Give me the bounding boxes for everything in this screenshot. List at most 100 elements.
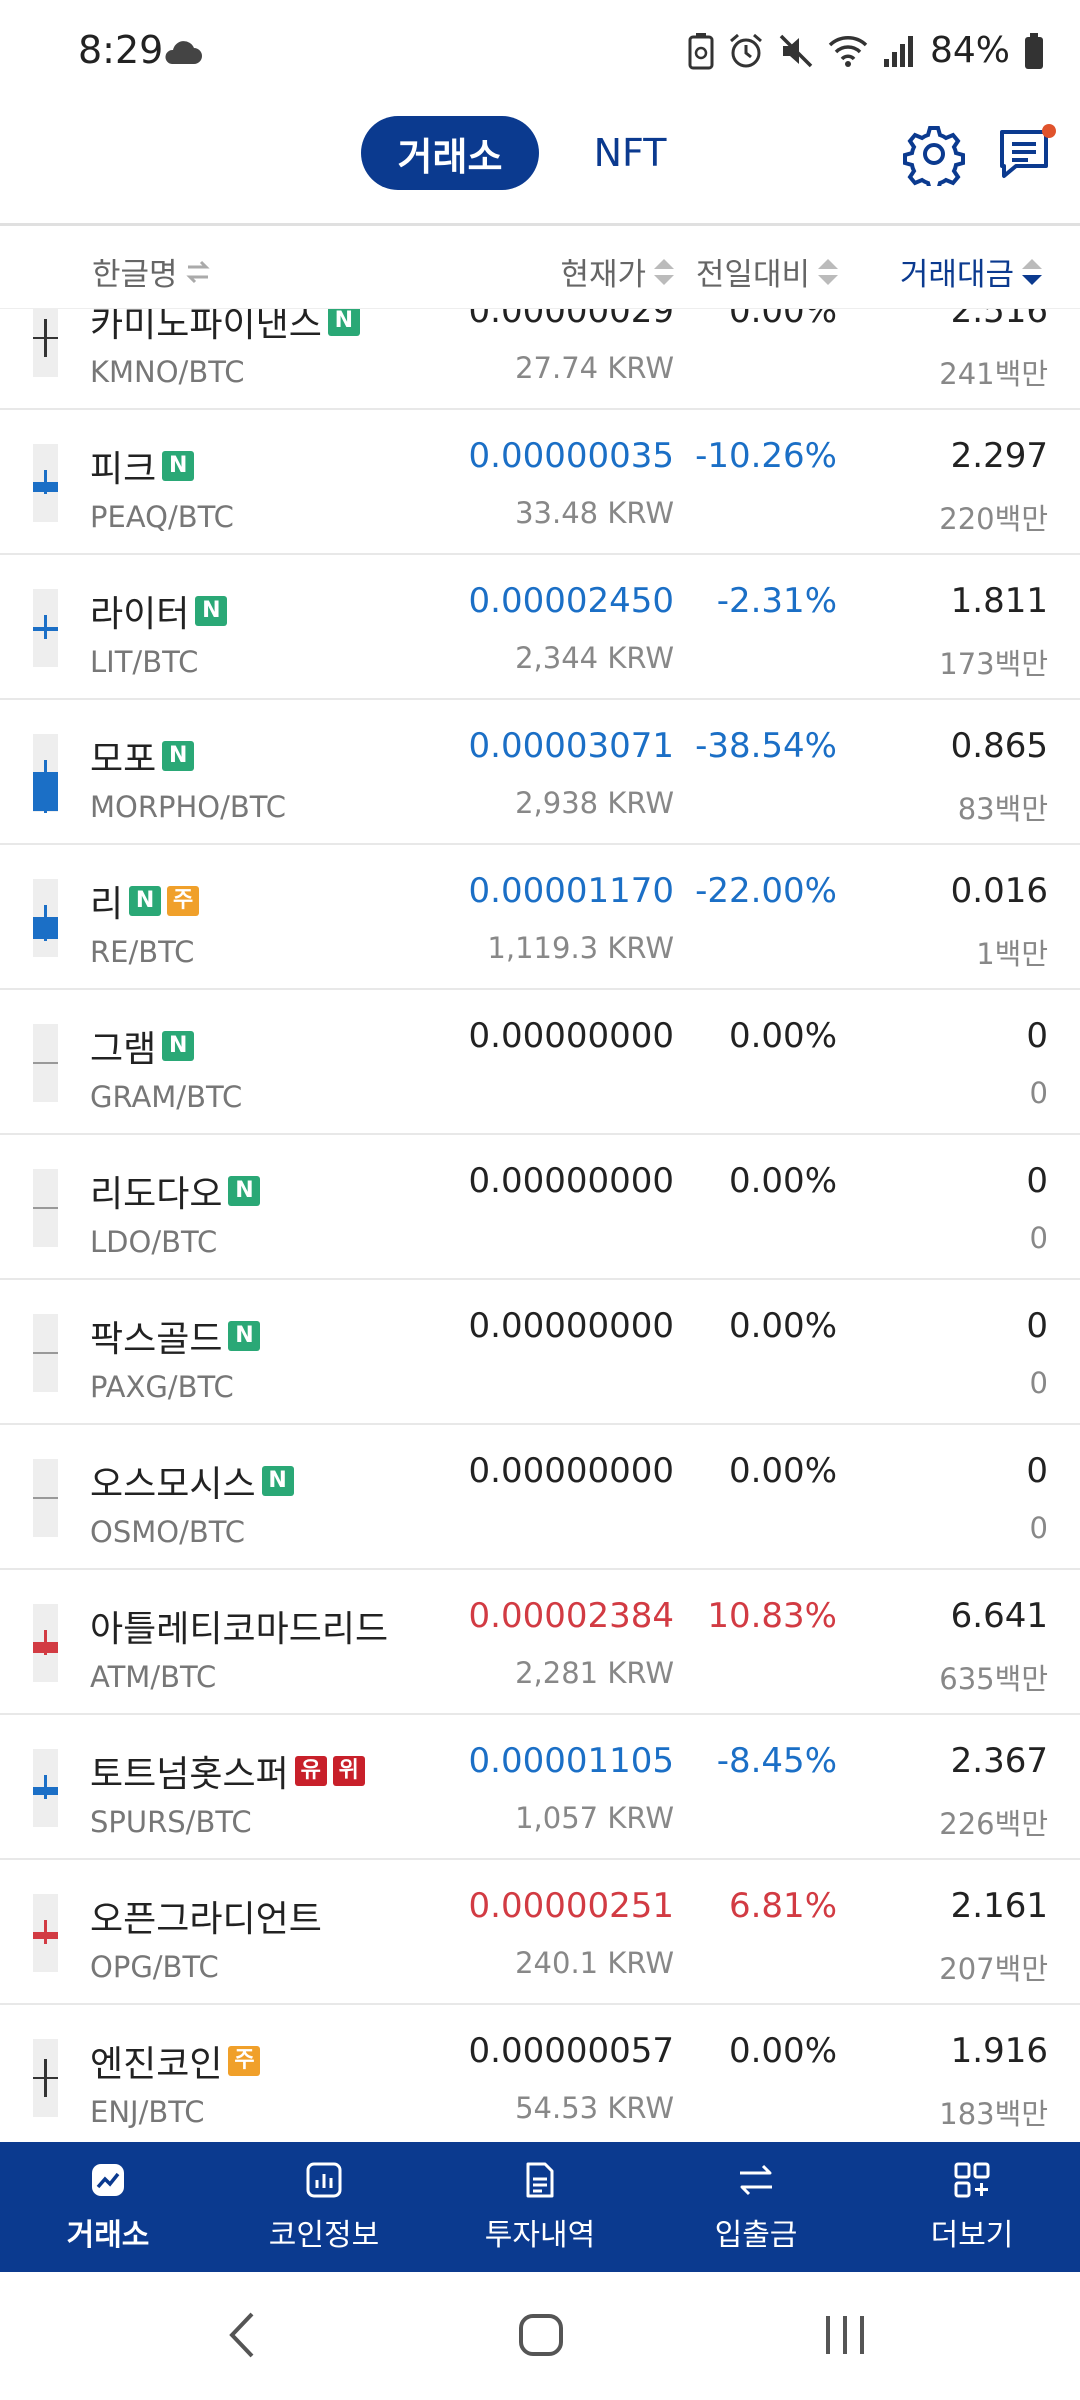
coin-name-label: 토트넘홋스퍼 [90, 1754, 289, 1795]
column-header: 한글명 현재가 전일대비 거래대금 [0, 229, 1080, 309]
column-change-label: 전일대비 [695, 257, 810, 293]
change-rate: 0.00% [728, 2031, 837, 2071]
coin-badge: N [162, 1031, 195, 1061]
coin-badge: N [327, 306, 360, 336]
mini-candle-chart [33, 1894, 58, 1972]
trade-volume: 0.016 [950, 871, 1048, 911]
tab-exchange[interactable]: 거래소 [361, 116, 539, 190]
coin-row[interactable]: 엔진코인 주 ENJ/BTC 0.00000057 54.53 KRW 0.00% 1.91… [0, 2005, 1080, 2142]
coin-row[interactable]: 토트넘홋스퍼 유 위 SPURS/BTC 0.00001105 1,057 KRW -8.4… [0, 1715, 1080, 1860]
mini-candle-chart [33, 879, 58, 957]
more-grid-icon [954, 2162, 990, 2198]
status-icons: 84% [688, 30, 1044, 71]
change-rate: 0.00% [728, 1161, 837, 1201]
coin-name: 그램 N [90, 1020, 195, 1072]
swap-icon [185, 260, 210, 283]
sort-change-button[interactable]: 전일대비 [696, 249, 840, 294]
coin-row[interactable]: 그램 N GRAM/BTC 0.00000000 0.00% 0 0 [0, 990, 1080, 1135]
coin-pair: PEAQ/BTC [90, 500, 234, 534]
coin-row[interactable]: 리도다오 N LDO/BTC 0.00000000 0.00% 0 0 [0, 1135, 1080, 1280]
coin-pair: SPURS/BTC [90, 1805, 252, 1839]
recent-apps-icon[interactable] [822, 2310, 868, 2360]
coin-name: 리도다오 N [90, 1165, 261, 1217]
nav-coin-info[interactable]: 코인정보 [216, 2142, 432, 2272]
change-rate: -22.00% [695, 871, 837, 911]
candle-body [33, 1207, 58, 1209]
coin-row[interactable]: 라이터 N LIT/BTC 0.00002450 2,344 KRW -2.31% 1.81… [0, 555, 1080, 700]
price-krw: 2,938 KRW [515, 786, 674, 820]
current-price: 0.00000000 [468, 1451, 675, 1491]
coin-badge: 주 [167, 886, 200, 916]
coin-row[interactable]: 오스모시스 N OSMO/BTC 0.00000000 0.00% 0 0 [0, 1425, 1080, 1570]
coin-name: 피크 N [90, 440, 195, 492]
trade-volume-krw: 83백만 [957, 792, 1048, 826]
coin-row[interactable]: 팍스골드 N PAXG/BTC 0.00000000 0.00% 0 0 [0, 1280, 1080, 1425]
back-icon[interactable] [224, 2310, 260, 2360]
coin-name-label: 엔진코인 [90, 2044, 223, 2085]
current-price: 0.00002450 [468, 581, 675, 621]
coin-pair: ENJ/BTC [90, 2095, 205, 2129]
notice-button[interactable] [996, 122, 1060, 186]
coin-row[interactable]: 모포 N MORPHO/BTC 0.00003071 2,938 KRW -38.54% 0… [0, 700, 1080, 845]
candle-body [33, 627, 58, 631]
change-rate: 10.83% [707, 1596, 837, 1636]
change-rate: 0.00% [728, 1016, 837, 1056]
coin-pair: RE/BTC [90, 935, 195, 969]
trade-volume: 6.641 [950, 1596, 1048, 1636]
trade-volume-krw: 220백만 [939, 502, 1048, 536]
change-rate: -2.31% [716, 581, 837, 621]
system-nav-bar [0, 2272, 1080, 2400]
change-rate: 0.00% [728, 1306, 837, 1346]
sort-volume-button[interactable]: 거래대금 [900, 249, 1044, 294]
candle-body [33, 1642, 58, 1653]
nav-exchange[interactable]: 거래소 [0, 2142, 216, 2272]
coin-badge: N [162, 451, 195, 481]
coin-pair: PAXG/BTC [90, 1370, 234, 1404]
nav-deposit-withdraw[interactable]: 입출금 [648, 2142, 864, 2272]
coin-name: 오픈그라디언트 [90, 1890, 322, 1942]
coin-row[interactable]: 리 N 주 RE/BTC 0.00001170 1,119.3 KRW -22.00% 0.0… [0, 845, 1080, 990]
coin-row[interactable]: 오픈그라디언트 OPG/BTC 0.00000251 240.1 KRW 6.81% 2.… [0, 1860, 1080, 2005]
price-krw: 2,281 KRW [515, 1656, 674, 1690]
coin-name-label: 그램 [90, 1029, 157, 1070]
nav-more[interactable]: 더보기 [864, 2142, 1080, 2272]
candle-body [33, 1787, 58, 1796]
nav-investment-history[interactable]: 투자내역 [432, 2142, 648, 2272]
trade-volume: 1.916 [950, 2031, 1048, 2071]
trade-volume: 0 [1026, 1306, 1048, 1346]
coin-list[interactable]: 카미노파이낸스 N KMNO/BTC 0.00000029 27.74 KRW 0.00%… [0, 290, 1080, 2142]
coin-name-label: 리 [90, 884, 124, 925]
wifi-icon [828, 35, 868, 67]
gear-icon[interactable] [902, 122, 966, 186]
coin-name-label: 피크 [90, 449, 157, 490]
status-bar: 8:29 84% [0, 0, 1080, 100]
trade-volume: 0 [1026, 1451, 1048, 1491]
tab-nft[interactable]: NFT [560, 116, 700, 190]
trade-volume-krw: 1백만 [976, 937, 1048, 971]
column-price-label: 현재가 [560, 257, 646, 293]
mini-candle-chart [33, 444, 58, 522]
bottom-nav: 거래소 코인정보 투자내역 입출금 더보기 [0, 2142, 1080, 2272]
current-price: 0.00000000 [468, 1161, 675, 1201]
signal-icon [883, 35, 913, 67]
status-time: 8:29 [78, 28, 164, 72]
candle-body [33, 1932, 58, 1939]
coin-badge: 유 [294, 1756, 327, 1786]
price-krw: 33.48 KRW [515, 496, 674, 530]
coin-pair: OPG/BTC [90, 1950, 219, 1984]
change-rate: -38.54% [695, 726, 837, 766]
top-header: 거래소 NFT [0, 100, 1080, 226]
price-krw: 27.74 KRW [515, 351, 674, 385]
home-icon[interactable] [518, 2310, 564, 2360]
sort-price-button[interactable]: 현재가 [560, 249, 676, 294]
coin-row[interactable]: 피크 N PEAQ/BTC 0.00000035 33.48 KRW -10.26% 2.2… [0, 410, 1080, 555]
coin-badge: 위 [332, 1756, 365, 1786]
coin-row[interactable]: 아틀레티코마드리드 ATM/BTC 0.00002384 2,281 KRW 10.83… [0, 1570, 1080, 1715]
sort-descending-icon [1022, 258, 1042, 285]
mini-candle-chart [33, 1314, 58, 1392]
current-price: 0.00002384 [468, 1596, 675, 1636]
coin-name: 토트넘홋스퍼 유 위 [90, 1745, 365, 1797]
mini-candle-chart [33, 1024, 58, 1102]
sort-name-button[interactable]: 한글명 [92, 249, 212, 294]
transfer-icon [740, 2164, 772, 2196]
